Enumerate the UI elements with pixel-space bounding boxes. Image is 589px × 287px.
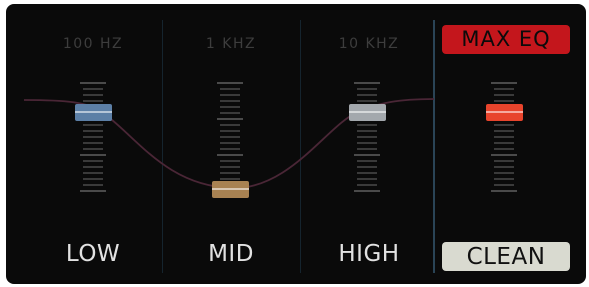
scale-tick (357, 88, 377, 90)
scale-tick (491, 154, 517, 156)
scale-tick (220, 148, 240, 150)
scale-tick (494, 130, 514, 132)
scale-tick (83, 172, 103, 174)
scale-tick (83, 148, 103, 150)
scale-tick (220, 100, 240, 102)
scale-tick (491, 82, 517, 84)
scale-tick (494, 166, 514, 168)
column-divider (300, 20, 301, 273)
scale-tick (220, 178, 240, 180)
high-frequency-label: 10 KHZ (338, 36, 400, 52)
scale-tick (357, 130, 377, 132)
scale-tick (220, 136, 240, 138)
scale-tick (357, 94, 377, 96)
high-band-label: HIGH (338, 241, 400, 267)
scale-tick (354, 154, 380, 156)
scale-tick (83, 88, 103, 90)
scale-tick (83, 100, 103, 102)
low-frequency-label: 100 HZ (62, 36, 124, 52)
scale-tick (220, 88, 240, 90)
scale-tick (357, 160, 377, 162)
high-slider-handle[interactable] (349, 104, 386, 121)
scale-tick (80, 190, 106, 192)
scale-tick (220, 112, 240, 114)
scale-tick (357, 142, 377, 144)
scale-tick (494, 172, 514, 174)
scale-tick (80, 154, 106, 156)
low-slider-handle[interactable] (75, 104, 112, 121)
mid-slider-handle[interactable] (212, 181, 249, 198)
scale-tick (220, 142, 240, 144)
scale-tick (494, 136, 514, 138)
mid-frequency-label: 1 KHZ (205, 36, 257, 52)
scale-tick (357, 184, 377, 186)
scale-tick (83, 166, 103, 168)
scale-tick (83, 178, 103, 180)
scale-tick (83, 136, 103, 138)
scale-tick (220, 130, 240, 132)
max-eq-button[interactable]: MAX EQ (442, 25, 570, 54)
clean-button[interactable]: CLEAN (442, 242, 570, 271)
scale-tick (357, 136, 377, 138)
scale-tick (80, 82, 106, 84)
scale-tick (494, 178, 514, 180)
scale-tick (83, 124, 103, 126)
mid-band-label: MID (208, 241, 254, 267)
scale-tick (357, 178, 377, 180)
scale-tick (494, 148, 514, 150)
scale-tick (220, 124, 240, 126)
scale-tick (494, 94, 514, 96)
scale-tick (83, 184, 103, 186)
scale-tick (494, 88, 514, 90)
scale-tick (357, 166, 377, 168)
scale-tick (220, 106, 240, 108)
scale-tick (83, 142, 103, 144)
scale-tick (357, 124, 377, 126)
scale-tick (354, 82, 380, 84)
scale-tick (83, 130, 103, 132)
column-divider (162, 20, 163, 273)
scale-tick (220, 166, 240, 168)
scale-tick (494, 160, 514, 162)
scale-tick (494, 184, 514, 186)
eq-panel: 100 HZ 1 KHZ 10 KHZ LOW MID HIGH MAX EQ … (6, 4, 586, 284)
scale-tick (491, 190, 517, 192)
scale-tick (220, 94, 240, 96)
scale-tick (83, 94, 103, 96)
scale-tick (357, 100, 377, 102)
scale-tick (357, 148, 377, 150)
scale-tick (494, 124, 514, 126)
scale-tick (494, 142, 514, 144)
scale-tick (83, 160, 103, 162)
scale-tick (217, 154, 243, 156)
scale-tick (357, 172, 377, 174)
scale-tick (217, 118, 243, 120)
output-section-divider (433, 20, 435, 273)
scale-tick (220, 172, 240, 174)
low-band-label: LOW (65, 241, 121, 267)
output-slider-handle[interactable] (486, 104, 523, 121)
scale-tick (220, 160, 240, 162)
scale-tick (354, 190, 380, 192)
scale-tick (217, 82, 243, 84)
scale-tick (494, 100, 514, 102)
